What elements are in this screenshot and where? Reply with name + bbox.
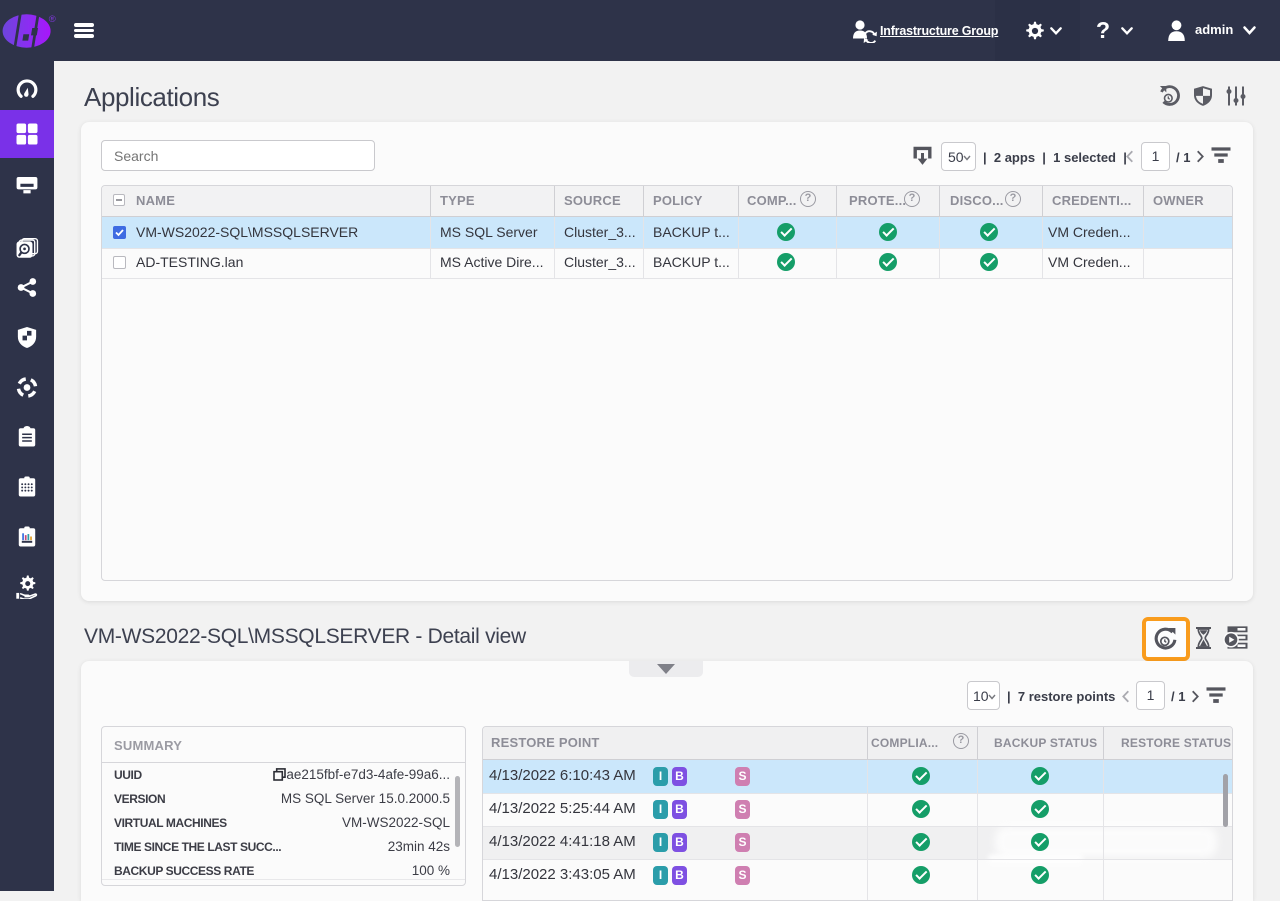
svg-text:®: ®	[49, 14, 56, 25]
